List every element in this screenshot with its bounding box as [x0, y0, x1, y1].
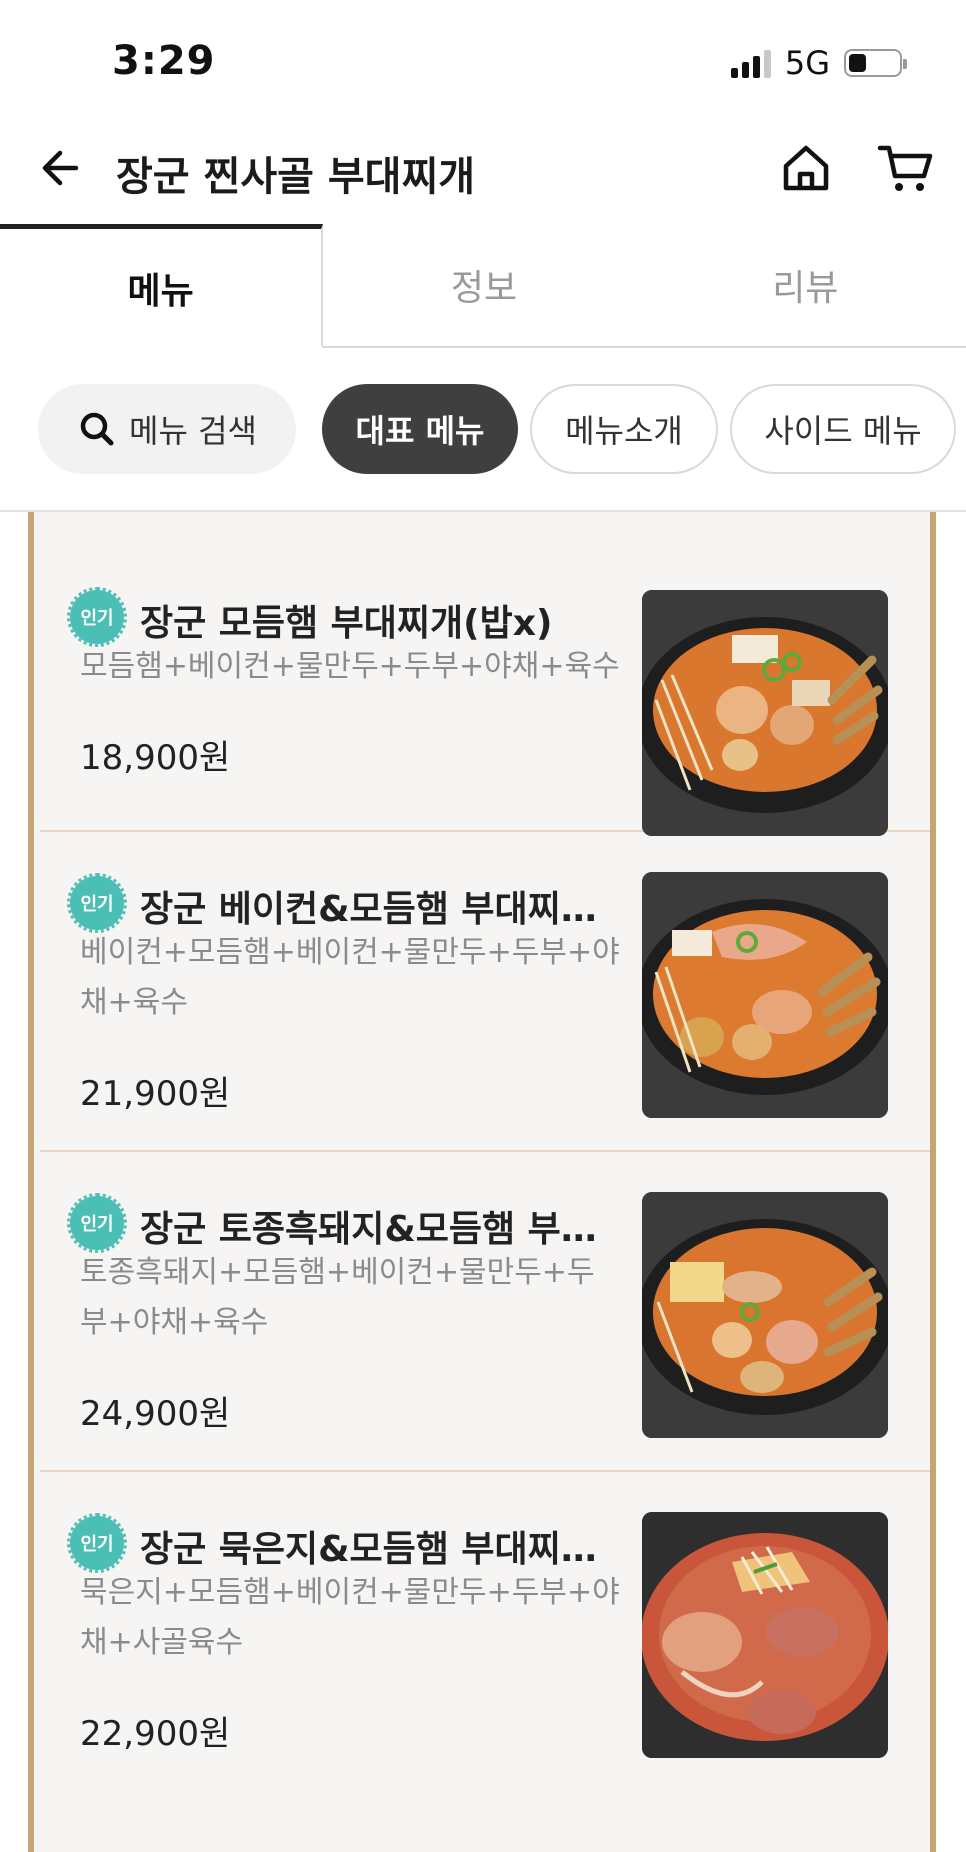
budae-jjigae-photo — [642, 1192, 888, 1438]
status-indicators: 5G — [730, 44, 907, 82]
menu-list: 인기 장군 모듬햄 부대찌개(밥x) 모듬햄+베이컨+물만두+두부+야채+육수 … — [28, 512, 936, 1852]
chip-featured-menu[interactable]: 대표 메뉴 — [322, 384, 518, 474]
signal-icon — [730, 48, 771, 78]
menu-item[interactable]: 인기 장군 모듬햄 부대찌개(밥x) 모듬햄+베이컨+물만두+두부+야채+육수 … — [40, 512, 930, 836]
menu-item-name: 장군 묵은지&모듬햄 부대찌… — [140, 1529, 597, 1570]
menu-item-name: 장군 토종흑돼지&모듬햄 부… — [140, 1209, 597, 1250]
menu-item-description: 묵은지+모듬햄+베이컨+물만두+두부+야채+사골육수 — [80, 1575, 620, 1660]
status-time: 3:29 — [112, 38, 216, 84]
budae-jjigae-photo — [642, 872, 888, 1118]
menu-item[interactable]: 인기 장군 토종흑돼지&모듬햄 부… 토종흑돼지+모듬햄+베이컨+물만두+두부+… — [40, 1152, 930, 1472]
network-type: 5G — [784, 44, 830, 82]
home-button[interactable] — [778, 140, 834, 196]
menu-item-description: 토종흑돼지+모듬햄+베이컨+물만두+두부+야채+육수 — [80, 1255, 595, 1340]
kimchi-jjigae-photo — [642, 1512, 888, 1758]
status-bar: 3:29 5G — [0, 0, 966, 120]
page-title: 장군 찐사골 부대찌개 — [116, 154, 476, 200]
arrow-left-icon — [42, 150, 79, 186]
menu-item-price: 18,900원 — [80, 738, 231, 778]
menu-item[interactable]: 인기 장군 베이컨&모듬햄 부대찌… 베이컨+모듬햄+베이컨+물만두+두부+야채… — [40, 832, 930, 1152]
back-button[interactable] — [36, 142, 88, 194]
menu-item[interactable]: 인기 장군 묵은지&모듬햄 부대찌… 묵은지+모듬햄+베이컨+물만두+두부+야채… — [40, 1472, 930, 1792]
home-icon — [783, 145, 829, 191]
chip-side-menu[interactable]: 사이드 메뉴 — [730, 384, 956, 474]
menu-item-price: 21,900원 — [80, 1074, 231, 1114]
menu-item-description: 모듬햄+베이컨+물만두+두부+야채+육수 — [80, 649, 620, 684]
tab-menu[interactable]: 메뉴 — [0, 224, 324, 348]
popular-badge: 인기 — [67, 1193, 127, 1253]
app-header: 장군 찐사골 부대찌개 — [0, 120, 966, 224]
tab-info[interactable]: 정보 — [323, 224, 644, 346]
popular-badge: 인기 — [67, 873, 127, 933]
menu-item-description: 베이컨+모듬햄+베이컨+물만두+두부+야채+육수 — [80, 935, 620, 1020]
battery-icon — [844, 49, 907, 77]
tab-reviews[interactable]: 리뷰 — [645, 224, 966, 346]
menu-item-name: 장군 베이컨&모듬햄 부대찌… — [140, 889, 597, 930]
menu-item-price: 24,900원 — [80, 1394, 231, 1434]
menu-search-label: 메뉴 검색 — [129, 412, 257, 450]
popular-badge: 인기 — [67, 1513, 127, 1573]
budae-jjigae-photo — [642, 590, 888, 836]
menu-item-price: 22,900원 — [80, 1714, 231, 1754]
cart-button[interactable] — [876, 140, 936, 196]
chip-menu-intro[interactable]: 메뉴소개 — [530, 384, 718, 474]
store-tabs: 메뉴 정보 리뷰 — [0, 224, 966, 348]
menu-item-name: 장군 모듬햄 부대찌개(밥x) — [140, 603, 553, 644]
category-chips: 메뉴 검색 대표 메뉴 메뉴소개 사이드 메뉴 — [38, 384, 956, 474]
popular-badge: 인기 — [67, 587, 127, 647]
search-icon — [80, 412, 114, 446]
cart-icon — [877, 145, 933, 191]
menu-search-button[interactable]: 메뉴 검색 — [38, 384, 296, 474]
